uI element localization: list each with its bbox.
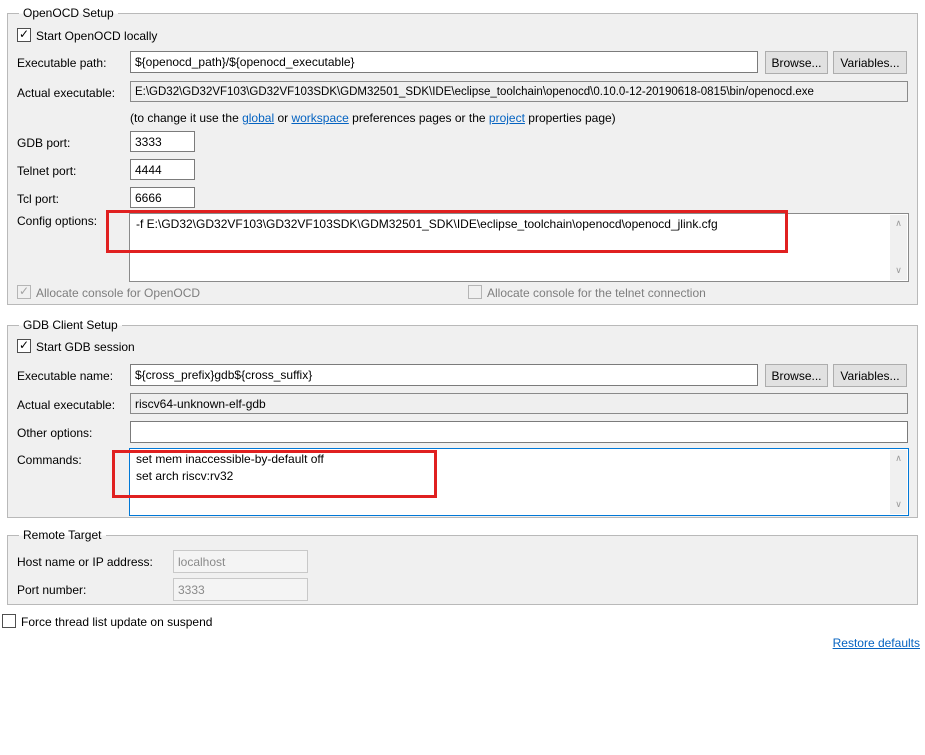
variables-button[interactable]: Variables... [833,364,907,387]
start-openocd-locally-label: Start OpenOCD locally [36,29,157,43]
config-options-textarea[interactable]: -f E:\GD32\GD32VF103\GD32VF103SDK\GDM325… [129,213,909,282]
config-options-label: Config options: [17,214,97,228]
config-options-scrollbar[interactable]: ∧ ∨ [890,215,907,280]
allocate-console-openocd-checkbox[interactable]: ✓ [17,285,31,299]
scroll-down-icon[interactable]: ∨ [890,498,907,512]
config-options-text: -f E:\GD32\GD32VF103\GD32VF103SDK\GDM325… [130,214,885,233]
project-link[interactable]: project [489,111,525,125]
force-thread-list-checkbox[interactable] [2,614,16,628]
force-thread-list-label: Force thread list update on suspend [21,615,212,629]
port-number-input[interactable] [173,578,308,601]
tcl-port-label: Tcl port: [17,192,59,206]
note-text-mid2: preferences pages or the [349,111,489,125]
commands-textarea[interactable]: set mem inaccessible-by-default off set … [129,448,909,516]
commands-label: Commands: [17,453,82,467]
commands-text-line: set mem inaccessible-by-default off [130,449,885,468]
scroll-up-icon[interactable]: ∧ [890,452,907,466]
actual-executable-input[interactable] [130,81,908,102]
start-openocd-locally-checkbox[interactable]: ✓ [17,28,31,42]
allocate-console-openocd-label: Allocate console for OpenOCD [36,286,200,300]
executable-name-input[interactable] [130,364,758,386]
scroll-down-icon[interactable]: ∨ [890,264,907,278]
note-text-pre: (to change it use the [130,111,242,125]
gdb-client-setup-group-title: GDB Client Setup [19,318,122,333]
note-text-post: properties page) [525,111,616,125]
allocate-console-telnet-label: Allocate console for the telnet connecti… [487,286,706,300]
checkmark-icon: ✓ [18,339,30,351]
gdb-actual-executable-label: Actual executable: [17,398,115,412]
browse-button[interactable]: Browse... [765,51,828,74]
host-name-input[interactable] [173,550,308,573]
executable-name-label: Executable name: [17,369,113,383]
commands-text-line: set arch riscv:rv32 [130,468,885,485]
openocd-setup-group-title: OpenOCD Setup [19,6,118,21]
restore-defaults-link[interactable]: Restore defaults [833,636,920,650]
start-gdb-session-label: Start GDB session [36,340,135,354]
variables-button[interactable]: Variables... [833,51,907,74]
telnet-port-input[interactable] [130,159,195,180]
checkmark-icon: ✓ [18,285,30,297]
checkmark-icon: ✓ [18,28,30,40]
openocd-setup-group: OpenOCD Setup ✓ Start OpenOCD locally Ex… [7,13,918,305]
gdb-port-input[interactable] [130,131,195,152]
tcl-port-input[interactable] [130,187,195,208]
allocate-console-telnet-checkbox[interactable] [468,285,482,299]
remote-target-group: Remote Target Host name or IP address: P… [7,535,918,605]
actual-executable-label: Actual executable: [17,86,115,100]
commands-scrollbar[interactable]: ∧ ∨ [890,450,907,514]
global-link[interactable]: global [242,111,274,125]
gdb-client-setup-group: GDB Client Setup ✓ Start GDB session Exe… [7,325,918,518]
gdb-port-label: GDB port: [17,136,70,150]
browse-button[interactable]: Browse... [765,364,828,387]
start-gdb-session-checkbox[interactable]: ✓ [17,339,31,353]
preferences-note: (to change it use the global or workspac… [130,111,616,125]
telnet-port-label: Telnet port: [17,164,76,178]
workspace-link[interactable]: workspace [291,111,348,125]
executable-path-label: Executable path: [17,56,106,70]
remote-target-group-title: Remote Target [19,528,106,543]
scroll-up-icon[interactable]: ∧ [890,217,907,231]
other-options-label: Other options: [17,426,92,440]
executable-path-input[interactable] [130,51,758,73]
port-number-label: Port number: [17,583,86,597]
note-text-mid1: or [274,111,291,125]
gdb-actual-executable-input[interactable] [130,393,908,414]
host-name-label: Host name or IP address: [17,555,153,569]
other-options-input[interactable] [130,421,908,443]
